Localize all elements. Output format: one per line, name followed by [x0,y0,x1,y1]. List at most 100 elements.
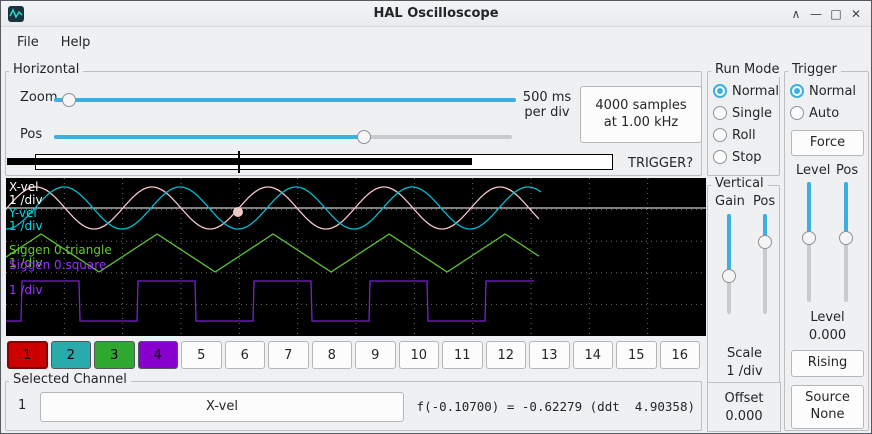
radio-icon[interactable] [790,106,804,120]
trigger-level-handle[interactable] [802,231,816,245]
run-mode-normal-label: Normal [732,84,779,99]
channel-button-12[interactable]: 12 [486,341,527,369]
trigger-pos-slider[interactable] [838,182,854,302]
vertical-pos-slider[interactable] [757,214,773,314]
run-mode-single[interactable]: Single [713,105,772,121]
trigger-level-caption: Level [785,310,870,325]
trigger-level-slider[interactable] [801,182,817,302]
trigger-question-label: TRIGGER? [628,156,693,171]
channel-scale-square: 1 /div [9,284,43,297]
channel-button-2[interactable]: 2 [51,341,92,369]
selected-channel-number: 1 [18,398,26,413]
pos-slider-fill [54,135,364,139]
timeline-trigger-marker[interactable] [238,151,240,173]
menu-help[interactable]: Help [51,31,101,54]
channel-button-11[interactable]: 11 [442,341,483,369]
pos-slider[interactable] [54,129,512,145]
window-title: HAL Oscilloscope [1,6,871,21]
horizontal-group: Horizontal Zoom 500 ms per div 4000 samp… [5,71,702,176]
selected-channel-name-button[interactable]: X-vel [40,392,404,422]
radio-checked-icon[interactable] [790,84,804,98]
run-mode-roll[interactable]: Roll [713,127,756,143]
radio-icon[interactable] [713,106,727,120]
trigger-pos-handle[interactable] [839,231,853,245]
channel-button-13[interactable]: 13 [529,341,570,369]
channel-button-14[interactable]: 14 [573,341,614,369]
minimize-icon[interactable]: — [807,5,825,23]
zoom-slider-handle[interactable] [62,93,76,107]
radio-checked-icon[interactable] [713,84,727,98]
channel-button-7[interactable]: 7 [268,341,309,369]
run-mode-group: Run Mode Normal Single Roll Stop [707,71,780,176]
trigger-mode-auto[interactable]: Auto [790,105,839,121]
vertical-pos-handle[interactable] [758,235,772,249]
vertical-gain-slider[interactable] [721,214,737,314]
channel-button-5[interactable]: 5 [181,341,222,369]
timebase-value: 500 ms [516,90,578,105]
app-window: HAL Oscilloscope ∧ — □ ✕ File Help Horiz… [0,0,872,434]
trigger-level-value: 0.000 [785,328,870,343]
scope-canvas [6,178,706,336]
samples-line2: at 1.00 kHz [604,115,678,132]
selected-channel-group-title: Selected Channel [9,372,131,387]
vertical-scale-value: 1 /div [708,364,781,379]
cursor-dot[interactable] [233,207,243,217]
vertical-group: Vertical Gain Pos Scale 1 /div Offset 0.… [707,185,780,431]
channel-button-1[interactable]: 1 [7,341,48,369]
channel-value-readout: f(-0.10700) = -0.62279 (ddt 4.90358) [417,399,695,414]
channel-button-6[interactable]: 6 [225,341,266,369]
channel-button-8[interactable]: 8 [312,341,353,369]
siggen-square-trace [6,281,534,321]
run-mode-normal[interactable]: Normal [713,83,779,99]
run-mode-single-label: Single [732,106,772,121]
channel-button-row: 12345678910111213141516 [7,341,700,369]
channel-button-9[interactable]: 9 [355,341,396,369]
trigger-source-line2: None [811,407,845,424]
channel-scale-y-vel: 1 /div [9,220,43,233]
zoom-slider[interactable] [54,92,516,108]
channel-button-4[interactable]: 4 [138,341,179,369]
trigger-source-line1: Source [805,390,850,407]
trigger-group: Trigger Normal Auto Force Level Pos Leve… [784,71,869,431]
radio-icon[interactable] [713,150,727,164]
shade-icon[interactable]: ∧ [787,5,805,23]
vertical-offset-label: Offset [724,391,763,406]
menubar: File Help [1,28,871,56]
run-mode-roll-label: Roll [732,128,756,143]
titlebar[interactable]: HAL Oscilloscope ∧ — □ ✕ [1,1,871,27]
pos-slider-handle[interactable] [357,130,371,144]
run-mode-stop[interactable]: Stop [713,149,762,165]
trigger-source-button[interactable]: Source None [791,385,864,429]
force-button[interactable]: Force [791,130,864,156]
trigger-level-slider-label: Level [796,163,830,178]
scope-display[interactable]: X-vel 1 /div Y-vel 1 /div Siggen 0.trian… [6,178,706,336]
vertical-gain-handle[interactable] [722,269,736,283]
trigger-normal-label: Normal [809,84,856,99]
channel-button-3[interactable]: 3 [94,341,135,369]
vertical-offset-box[interactable]: Offset 0.000 [707,382,781,432]
radio-icon[interactable] [713,128,727,142]
zoom-label: Zoom [20,90,57,105]
trigger-mode-normal[interactable]: Normal [790,83,856,99]
trigger-pos-slider-label: Pos [836,163,858,178]
samples-line1: 4000 samples [595,98,686,115]
timebase-unit: per div [516,105,578,120]
trigger-group-title: Trigger [788,62,841,77]
trigger-level-fill [807,182,811,238]
trigger-auto-label: Auto [809,106,839,121]
maximize-icon[interactable]: □ [827,5,845,23]
close-icon[interactable]: ✕ [847,5,865,23]
trigger-edge-button[interactable]: Rising [791,350,864,377]
vertical-offset-value: 0.000 [725,409,762,424]
run-mode-stop-label: Stop [732,150,762,165]
channel-button-16[interactable]: 16 [660,341,701,369]
samples-button[interactable]: 4000 samples at 1.00 kHz [580,86,702,143]
vertical-gain-slider-label: Gain [715,194,745,209]
timeline-overview[interactable] [6,151,703,173]
pos-label: Pos [20,127,42,142]
channel-button-10[interactable]: 10 [399,341,440,369]
menu-file[interactable]: File [7,31,49,54]
channel-button-15[interactable]: 15 [616,341,657,369]
channel-label-square: Siggen 0.square [9,259,106,272]
vertical-gain-fill [727,214,731,276]
